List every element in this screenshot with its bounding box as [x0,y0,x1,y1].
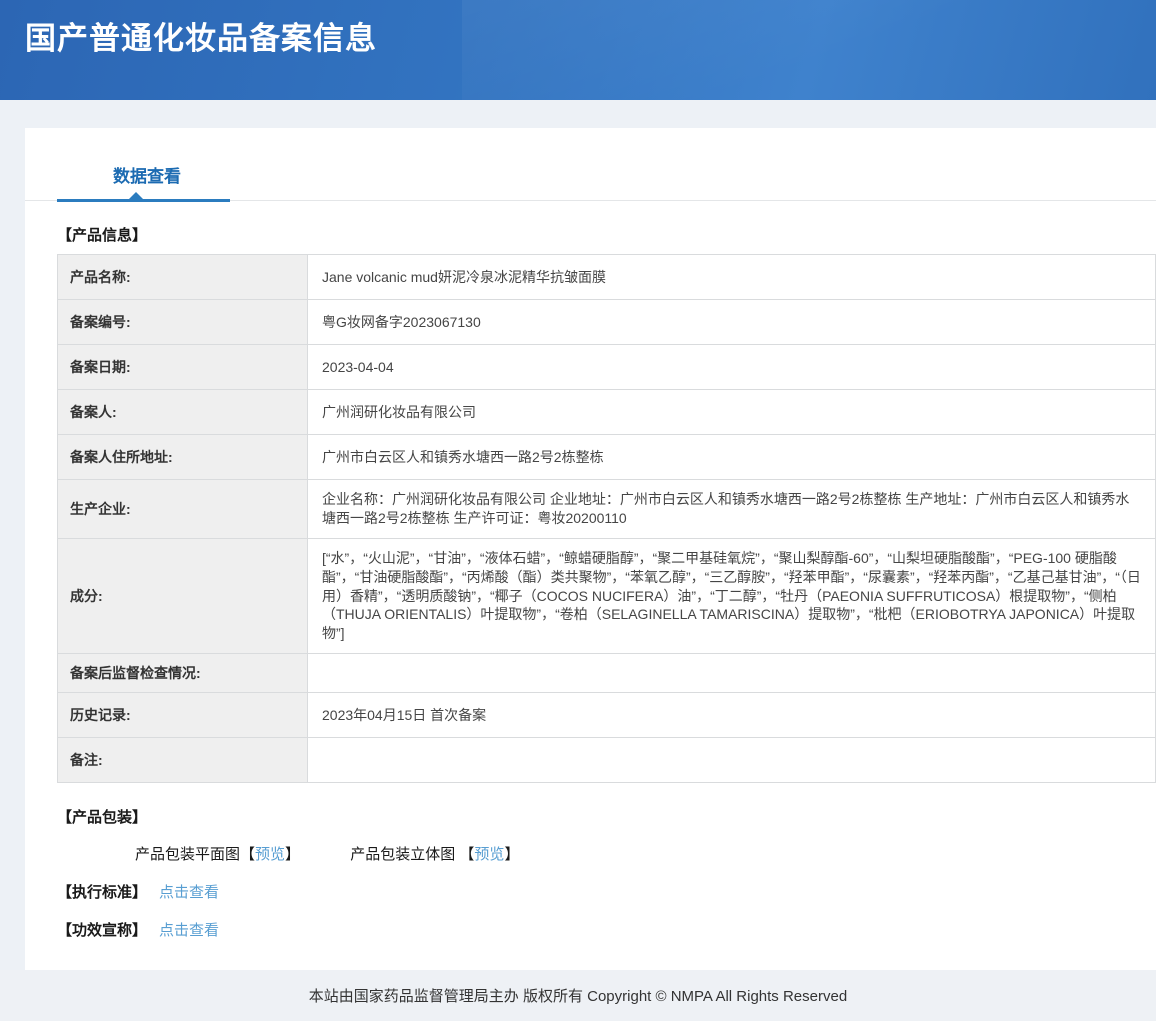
row-value-remarks [308,738,1156,783]
row-label-supervision-check: 备案后监督检查情况: [58,654,308,693]
page-header: 国产普通化妆品备案信息 [0,0,1156,100]
tab-data-view[interactable]: 数据查看 [113,162,181,200]
row-value-ingredients: [“水”，“火山泥”，“甘油”，“液体石蜡”，“鲸蜡硬脂醇”，“聚二甲基硅氧烷”… [308,538,1156,653]
bracket-left: 【 [459,846,474,863]
page-title: 国产普通化妆品备案信息 [25,13,1156,58]
packaging-flat-image-preview-link[interactable]: 预览 [255,846,285,863]
row-label-registration-number: 备案编号: [58,300,308,345]
row-value-registrant-address: 广州市白云区人和镇秀水塘西一路2号2栋整栋 [308,435,1156,480]
efficacy-claim-label: 【功效宣称】 [57,922,147,939]
page-main: 数据查看 【产品信息】 产品名称: Jane volcanic mud妍泥冷泉冰… [0,100,1156,970]
table-row: 备案后监督检查情况: [58,654,1156,693]
footer-copyright: 本站由国家药品监督管理局主办 版权所有 Copyright © NMPA All… [309,985,847,1006]
table-row: 备案人住所地址: 广州市白云区人和镇秀水塘西一路2号2栋整栋 [58,435,1156,480]
table-row: 成分: [“水”，“火山泥”，“甘油”，“液体石蜡”，“鲸蜡硬脂醇”，“聚二甲基… [58,538,1156,653]
efficacy-claim-row: 【功效宣称】点击查看 [57,919,1156,940]
packaging-3d-image-label: 产品包装立体图 [350,846,459,863]
efficacy-claim-view-link[interactable]: 点击查看 [159,922,219,939]
bracket-right: 】 [285,846,300,863]
row-label-product-name: 产品名称: [58,255,308,300]
tab-active-indicator [57,199,230,202]
table-row: 备案编号: 粤G妆网备字2023067130 [58,300,1156,345]
row-label-history: 历史记录: [58,693,308,738]
row-value-history: 2023年04月15日 首次备案 [308,693,1156,738]
row-value-product-name: Jane volcanic mud妍泥冷泉冰泥精华抗皱面膜 [308,255,1156,300]
execution-standard-row: 【执行标准】点击查看 [57,881,1156,902]
bracket-left: 【 [240,846,255,863]
section-packaging-title: 【产品包装】 [57,806,1156,827]
row-value-registration-date: 2023-04-04 [308,345,1156,390]
packaging-row: 产品包装平面图【预览】 产品包装立体图 【预览】 [135,843,1156,864]
page-footer: 本站由国家药品监督管理局主办 版权所有 Copyright © NMPA All… [0,970,1156,1021]
row-label-remarks: 备注: [58,738,308,783]
row-label-ingredients: 成分: [58,538,308,653]
tab-data-view-label: 数据查看 [113,167,181,186]
content-card: 数据查看 【产品信息】 产品名称: Jane volcanic mud妍泥冷泉冰… [25,128,1156,970]
table-row: 生产企业: 企业名称：广州润研化妆品有限公司 企业地址：广州市白云区人和镇秀水塘… [58,480,1156,539]
row-value-manufacturer: 企业名称：广州润研化妆品有限公司 企业地址：广州市白云区人和镇秀水塘西一路2号2… [308,480,1156,539]
bracket-right: 】 [504,846,519,863]
tab-bar: 数据查看 [25,128,1156,201]
table-row: 备注: [58,738,1156,783]
row-value-registration-number: 粤G妆网备字2023067130 [308,300,1156,345]
packaging-flat-image-item: 产品包装平面图【预览】 [135,846,304,863]
row-value-registrant: 广州润研化妆品有限公司 [308,390,1156,435]
row-label-registrant-address: 备案人住所地址: [58,435,308,480]
execution-standard-view-link[interactable]: 点击查看 [159,884,219,901]
table-row: 备案日期: 2023-04-04 [58,345,1156,390]
row-label-manufacturer: 生产企业: [58,480,308,539]
execution-standard-label: 【执行标准】 [57,884,147,901]
packaging-3d-image-preview-link[interactable]: 预览 [474,846,504,863]
row-label-registration-date: 备案日期: [58,345,308,390]
row-value-supervision-check [308,654,1156,693]
table-row: 产品名称: Jane volcanic mud妍泥冷泉冰泥精华抗皱面膜 [58,255,1156,300]
table-row: 备案人: 广州润研化妆品有限公司 [58,390,1156,435]
product-info-table: 产品名称: Jane volcanic mud妍泥冷泉冰泥精华抗皱面膜 备案编号… [57,254,1156,783]
table-row: 历史记录: 2023年04月15日 首次备案 [58,693,1156,738]
packaging-3d-image-item: 产品包装立体图 【预览】 [350,846,519,863]
row-label-registrant: 备案人: [58,390,308,435]
section-product-info-title: 【产品信息】 [57,224,1156,245]
packaging-flat-image-label: 产品包装平面图 [135,846,240,863]
